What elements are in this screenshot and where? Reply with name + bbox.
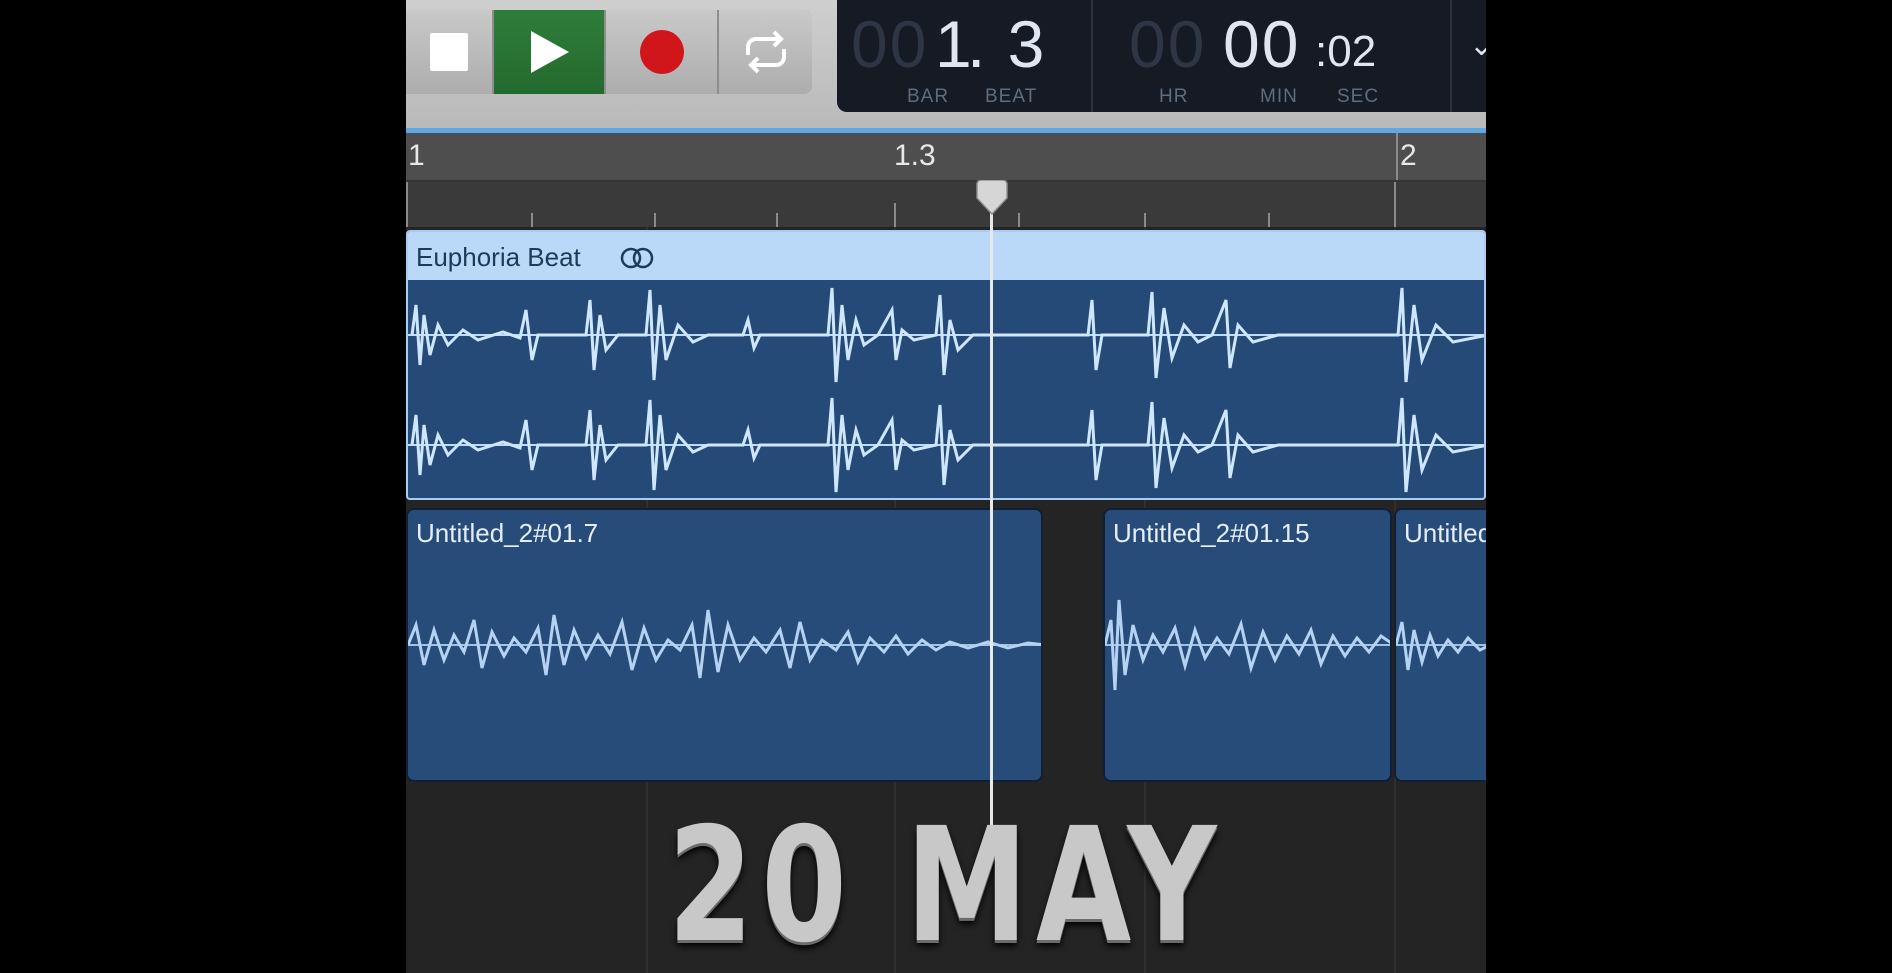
sec-value: :02 [1315, 27, 1377, 76]
ruler-tick [531, 213, 533, 227]
ruler-tick [1396, 133, 1398, 180]
playhead-handle[interactable] [975, 180, 1009, 216]
bar-label: BAR [907, 86, 950, 107]
record-icon [639, 30, 684, 74]
lcd-display[interactable]: 00 1 . 3 BAR BEAT 00 00 :02 HR MIN SEC ⌄ [837, 0, 1486, 112]
stop-button[interactable] [406, 10, 494, 94]
ruler-mark-2: 2 [1400, 139, 1417, 172]
ruler-mark-1-3: 1.3 [894, 139, 936, 172]
beat-value: . 3 [967, 7, 1047, 81]
beat-region[interactable]: Euphoria Beat [406, 230, 1486, 500]
play-icon [531, 31, 569, 73]
control-bar: 00 1 . 3 BAR BEAT 00 00 :02 HR MIN SEC ⌄ [406, 0, 1486, 128]
region-title: Untitled_2#01.15 [1113, 518, 1310, 548]
waveform [1105, 599, 1390, 691]
garageband-window: 00 1 . 3 BAR BEAT 00 00 :02 HR MIN SEC ⌄… [406, 0, 1486, 973]
ruler-tick [406, 182, 408, 227]
audio-region[interactable]: Untitled_2#01.15 [1103, 508, 1392, 782]
cycle-button[interactable] [719, 10, 812, 94]
ruler-tick [894, 203, 896, 227]
play-button[interactable] [494, 10, 606, 94]
waveform [1396, 621, 1486, 671]
ruler-tick [1268, 213, 1270, 227]
waveform-top [408, 287, 1484, 383]
audio-region[interactable]: Untitled_2#01.15 [1394, 508, 1486, 782]
transport-controls [406, 10, 812, 94]
ruler-tick [1144, 213, 1146, 227]
beat-label: BEAT [985, 86, 1038, 107]
hr-label: HR [1159, 86, 1189, 107]
cycle-icon [745, 30, 786, 74]
ruler-tick [654, 213, 656, 227]
ruler-mark-1: 1 [408, 139, 425, 172]
ruler-tick [1018, 213, 1020, 227]
ruler-bar-strip: 1 1.3 2 [406, 133, 1486, 182]
playhead-line [990, 190, 993, 830]
date-caption: 20 MAY 2020 [667, 794, 1225, 973]
timeline-ruler[interactable]: 1 1.3 2 [406, 133, 1486, 227]
waveform [408, 609, 1041, 679]
bar-leading-zeros: 00 [851, 7, 929, 81]
lcd-divider [1091, 0, 1093, 112]
stop-icon [430, 33, 468, 71]
region-title: Untitled_2#01.15 [1404, 518, 1486, 548]
region-header: Euphoria Beat [408, 232, 1484, 280]
ruler-tick [776, 213, 778, 227]
lcd-divider [1450, 0, 1452, 112]
record-button[interactable] [606, 10, 719, 94]
waveform-bottom [408, 397, 1484, 493]
audio-region[interactable]: Untitled_2#01.7 [406, 508, 1043, 782]
hr-value: 00 [1129, 7, 1207, 81]
region-title: Euphoria Beat [416, 242, 581, 272]
ruler-beat-strip [406, 182, 1486, 227]
region-title: Untitled_2#01.7 [416, 518, 599, 548]
min-label: MIN [1260, 86, 1298, 107]
sec-label: SEC [1337, 86, 1380, 107]
loop-icon [620, 247, 654, 269]
min-value: 00 [1223, 7, 1301, 81]
ruler-tick [1394, 182, 1396, 227]
chevron-down-icon[interactable]: ⌄ [1469, 28, 1486, 63]
